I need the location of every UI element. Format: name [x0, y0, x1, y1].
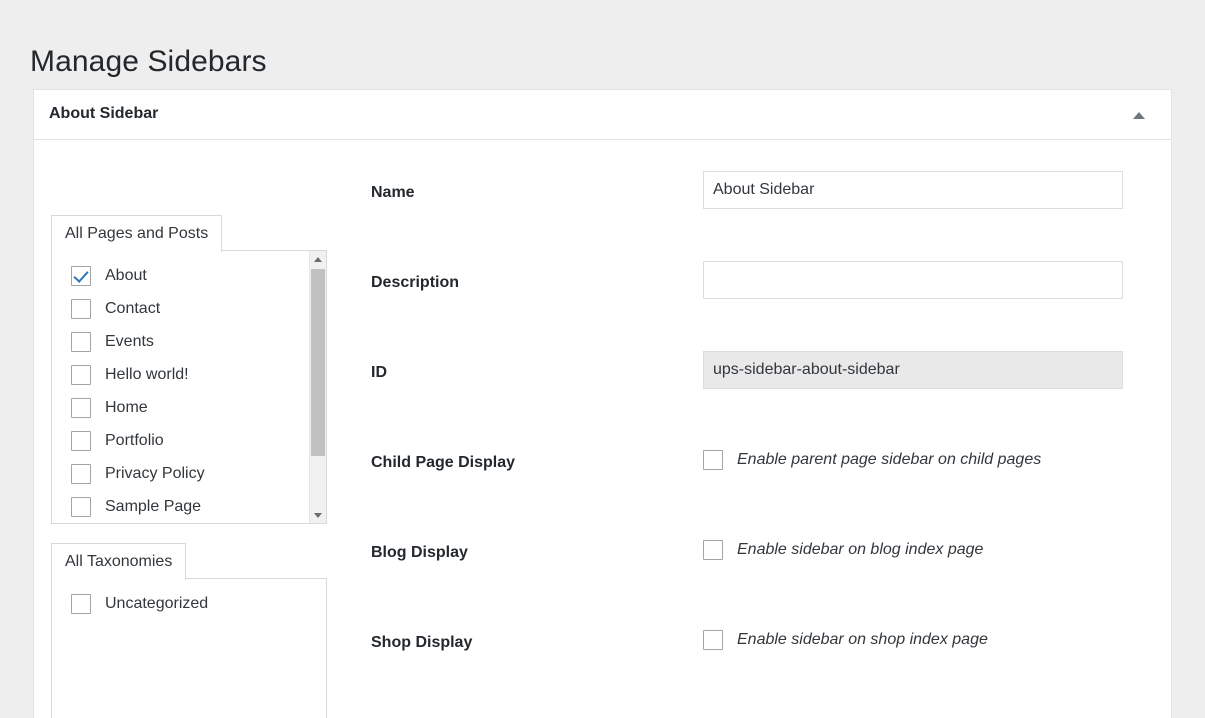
- list-item-label: Hello world!: [105, 366, 189, 384]
- page-root: Manage Sidebars About Sidebar All Pages …: [0, 0, 1205, 718]
- list-item[interactable]: Events: [52, 325, 308, 358]
- tab-label: All Pages and Posts: [65, 225, 208, 242]
- shop-display-label: Shop Display: [371, 634, 472, 652]
- list-item[interactable]: About: [52, 259, 308, 292]
- checkbox-shop-display[interactable]: [703, 630, 723, 650]
- checkbox-about[interactable]: [71, 266, 91, 286]
- checkbox-hello-world[interactable]: [71, 365, 91, 385]
- shop-display-field-wrap: Enable sidebar on shop index page: [703, 621, 988, 650]
- list-item[interactable]: Privacy Policy: [52, 457, 308, 490]
- pages-and-posts-group: All Pages and Posts About Contact: [51, 215, 327, 524]
- checkbox-blog-display[interactable]: [703, 540, 723, 560]
- scroll-down-button[interactable]: [310, 506, 326, 523]
- list-item-label: Contact: [105, 300, 160, 318]
- list-item-label: About: [105, 267, 147, 285]
- taxonomies-list: Uncategorized: [52, 579, 326, 620]
- child-page-display-label: Child Page Display: [371, 454, 515, 472]
- id-label: ID: [371, 364, 387, 382]
- child-page-display-check-row[interactable]: Enable parent page sidebar on child page…: [703, 441, 1041, 470]
- list-item[interactable]: Hello world!: [52, 358, 308, 391]
- shop-display-description: Enable sidebar on shop index page: [737, 631, 988, 649]
- checkbox-privacy-policy[interactable]: [71, 464, 91, 484]
- pages-list-box: About Contact Events Hello world!: [51, 250, 327, 524]
- list-item[interactable]: Uncategorized: [52, 587, 326, 620]
- taxonomies-group: All Taxonomies Uncategorized: [51, 543, 327, 718]
- list-item-label: Events: [105, 333, 154, 351]
- checkbox-child-page-display[interactable]: [703, 450, 723, 470]
- tab-all-taxonomies[interactable]: All Taxonomies: [51, 543, 186, 580]
- name-field-wrap: [703, 171, 1123, 209]
- tab-label: All Taxonomies: [65, 553, 172, 570]
- name-input[interactable]: [703, 171, 1123, 209]
- shop-display-check-row[interactable]: Enable sidebar on shop index page: [703, 621, 988, 650]
- form-row-description: Description: [371, 252, 1171, 342]
- caret-up-icon: [1133, 112, 1145, 119]
- scroll-up-button[interactable]: [310, 251, 326, 268]
- form-row-id: ID: [371, 342, 1171, 432]
- caret-up-icon: [314, 257, 322, 262]
- blog-display-label: Blog Display: [371, 544, 468, 562]
- caret-down-icon: [314, 513, 322, 518]
- list-item-label: Privacy Policy: [105, 465, 205, 483]
- form-row-blog-display: Blog Display Enable sidebar on blog inde…: [371, 522, 1171, 612]
- list-item-label: Uncategorized: [105, 595, 208, 613]
- list-item[interactable]: Sample Page: [52, 490, 308, 523]
- pages-list: About Contact Events Hello world!: [52, 251, 308, 523]
- name-label: Name: [371, 184, 415, 202]
- checkbox-sample-page[interactable]: [71, 497, 91, 517]
- child-page-display-description: Enable parent page sidebar on child page…: [737, 451, 1041, 469]
- form-row-shop-display: Shop Display Enable sidebar on shop inde…: [371, 612, 1171, 702]
- list-item[interactable]: Home: [52, 391, 308, 424]
- list-item-label: Portfolio: [105, 432, 164, 450]
- pages-list-scrollbar[interactable]: [309, 251, 326, 523]
- panel-title: About Sidebar: [49, 105, 158, 123]
- list-item-label: Sample Page: [105, 498, 201, 516]
- child-page-display-field-wrap: Enable parent page sidebar on child page…: [703, 441, 1041, 470]
- checkbox-uncategorized[interactable]: [71, 594, 91, 614]
- description-label: Description: [371, 274, 459, 292]
- tab-all-pages-and-posts[interactable]: All Pages and Posts: [51, 215, 222, 252]
- description-input[interactable]: [703, 261, 1123, 299]
- panel-body: All Pages and Posts About Contact: [34, 140, 1171, 718]
- form-row-child-page-display: Child Page Display Enable parent page si…: [371, 432, 1171, 522]
- description-field-wrap: [703, 261, 1123, 299]
- checkbox-events[interactable]: [71, 332, 91, 352]
- checkbox-portfolio[interactable]: [71, 431, 91, 451]
- panel-header: About Sidebar: [34, 90, 1171, 140]
- form-row-name: Name: [371, 162, 1171, 252]
- list-item[interactable]: Contact: [52, 292, 308, 325]
- blog-display-check-row[interactable]: Enable sidebar on blog index page: [703, 531, 983, 560]
- page-title: Manage Sidebars: [30, 42, 267, 81]
- taxonomies-tab-strip: All Taxonomies: [51, 543, 327, 579]
- scrollbar-thumb[interactable]: [311, 269, 325, 456]
- blog-display-description: Enable sidebar on blog index page: [737, 541, 983, 559]
- taxonomies-list-box: Uncategorized: [51, 578, 327, 718]
- pages-tab-strip: All Pages and Posts: [51, 215, 327, 251]
- list-item-label: Home: [105, 399, 148, 417]
- panel-collapse-toggle[interactable]: [1119, 90, 1159, 139]
- id-field-wrap: [703, 351, 1123, 389]
- id-input: [703, 351, 1123, 389]
- blog-display-field-wrap: Enable sidebar on blog index page: [703, 531, 983, 560]
- checkbox-home[interactable]: [71, 398, 91, 418]
- sidebar-panel: About Sidebar All Pages and Posts Abo: [33, 89, 1172, 718]
- checkbox-contact[interactable]: [71, 299, 91, 319]
- list-item[interactable]: Portfolio: [52, 424, 308, 457]
